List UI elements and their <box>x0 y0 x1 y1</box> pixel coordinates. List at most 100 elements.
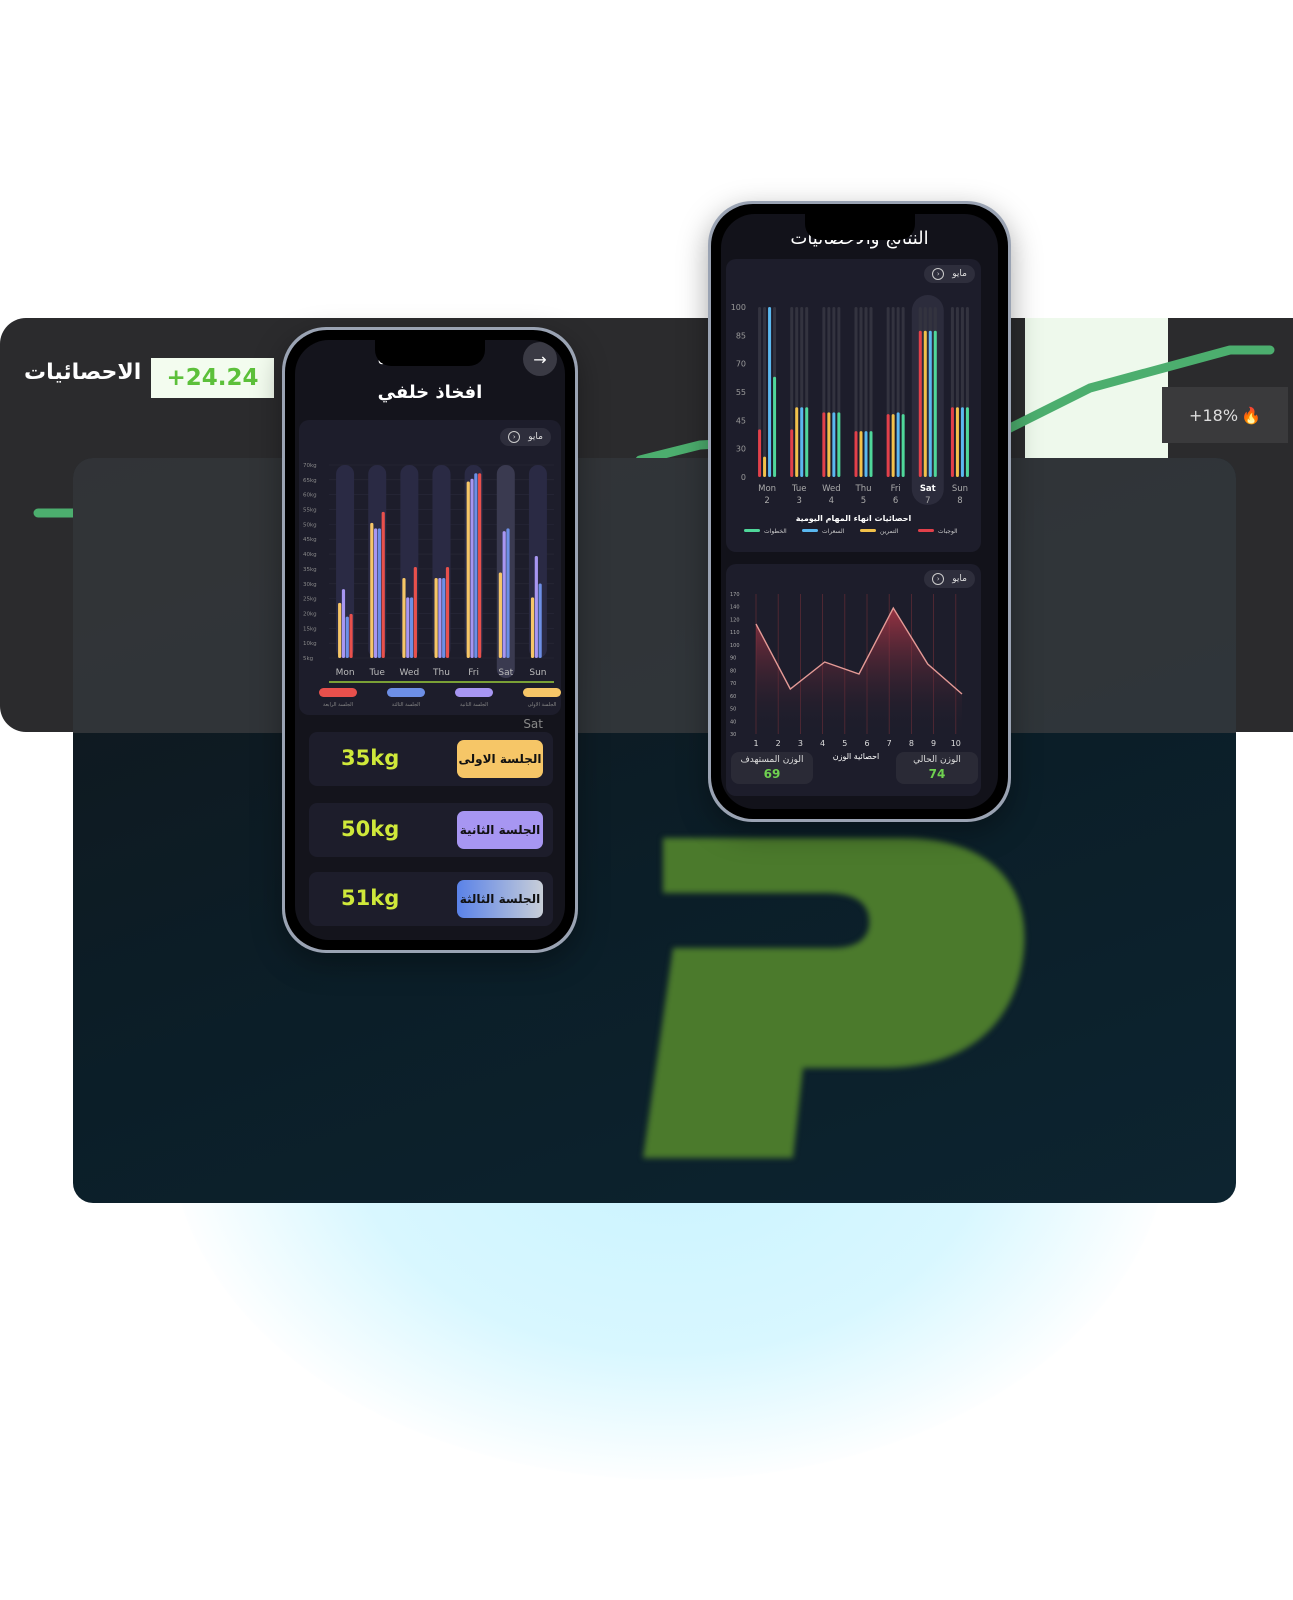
bar <box>773 376 777 477</box>
bar <box>854 431 858 477</box>
x-tick-label: Thu <box>432 668 450 678</box>
y-tick-label: 55 <box>736 388 746 397</box>
bar <box>338 602 342 658</box>
bar <box>438 578 442 658</box>
legend-label: السعرات <box>822 528 845 535</box>
x-tick-label: Sun <box>952 484 968 494</box>
bar <box>768 307 772 477</box>
legend-label: الجلسة الثانية <box>460 702 488 708</box>
y-tick-label: 85 <box>736 331 746 340</box>
session-weight: 50kg <box>341 817 400 841</box>
current-weight-value: 74 <box>928 767 946 781</box>
x-tick-label: Mon <box>336 668 355 678</box>
bar <box>901 414 905 477</box>
bar <box>377 528 382 658</box>
session-row[interactable]: 35kg الجلسة الاولى <box>309 732 553 786</box>
left-phone-screen: → احصائيات التمرين افخاذ خلفي مايو ‹ 70k… <box>295 340 565 940</box>
bar <box>822 412 826 477</box>
bar <box>506 528 510 658</box>
y-tick-label: 60kg <box>303 493 317 499</box>
y-tick-label: 15kg <box>303 626 317 632</box>
y-tick-label: 70 <box>730 681 736 687</box>
session-button[interactable]: الجلسة الثالثة <box>457 880 543 918</box>
percentage-bubble: +18% 🔥 <box>1162 387 1288 443</box>
session-row[interactable]: 51kg الجلسة الثالثة <box>309 872 553 926</box>
bar <box>827 412 831 477</box>
legend-label: الوجبات <box>938 528 958 535</box>
bar <box>402 578 406 658</box>
x-tick-label: 1 <box>753 739 758 748</box>
bar <box>800 407 804 477</box>
target-weight-label: الوزن المستهدف <box>740 755 804 765</box>
bar <box>763 456 767 477</box>
card-veil <box>73 458 1236 733</box>
bar <box>478 473 482 658</box>
x-tick-label: 3 <box>798 739 803 748</box>
bar <box>445 567 450 658</box>
exercise-title: افخاذ خلفي <box>377 382 483 403</box>
y-tick-label: 100 <box>731 303 746 312</box>
y-tick-label: 40kg <box>303 552 317 558</box>
bar <box>349 613 353 658</box>
legend-label: الجلسة الاولى <box>528 702 557 708</box>
y-tick-label: 50 <box>730 707 736 713</box>
arrow-right-icon: → <box>533 349 547 369</box>
y-tick-label: 80 <box>730 668 736 674</box>
selected-day: Sat <box>523 717 543 731</box>
back-button[interactable]: → <box>523 342 557 376</box>
legend-swatch <box>387 688 425 697</box>
current-weight-label: الوزن الحالي <box>913 755 961 765</box>
x-tick-label: Wed <box>822 484 841 494</box>
y-tick-label: 170 <box>730 592 740 598</box>
legend-label: الجلسة الرابعة <box>323 702 353 708</box>
x-tick-sublabel: 3 <box>797 496 802 506</box>
x-tick-label: Sat <box>498 668 513 678</box>
bar <box>370 522 374 658</box>
bar <box>434 578 438 658</box>
session-button[interactable]: الجلسة الثانية <box>457 811 543 849</box>
bar <box>534 555 538 658</box>
y-tick-label: 30 <box>736 445 746 454</box>
daily-tasks-chart: 0 30 45 55 70 85 100 Mon 2 Tue 3 Wed 4 Thu 5 Fri 6 Sat 7 Su… <box>731 295 969 535</box>
y-tick-label: 45 <box>736 416 746 425</box>
x-tick-label: Fri <box>891 484 901 494</box>
y-tick-label: 10kg <box>303 641 317 647</box>
bar <box>950 407 954 477</box>
legend-swatch <box>744 529 760 532</box>
bar <box>918 330 922 477</box>
y-tick-label: 25kg <box>303 597 317 603</box>
legend-label: التمرين <box>880 528 899 535</box>
delta-badge: +24.24 <box>151 358 274 398</box>
x-tick-label: 10 <box>951 739 961 748</box>
legend-swatch <box>319 688 357 697</box>
selected-highlight <box>911 295 944 505</box>
x-tick-label: 7 <box>887 739 892 748</box>
bar <box>869 431 873 477</box>
x-tick-label: Sun <box>529 668 546 678</box>
bar <box>837 412 841 477</box>
x-tick-label: 2 <box>776 739 781 748</box>
bar <box>790 429 794 477</box>
session-weight: 51kg <box>341 886 400 910</box>
bar <box>406 597 410 658</box>
session-row[interactable]: 50kg الجلسة الثانية <box>309 803 553 857</box>
logo-card <box>73 458 1236 1203</box>
y-tick-label: 20kg <box>303 611 317 617</box>
x-tick-label: 9 <box>931 739 936 748</box>
x-tick-label: Mon <box>758 484 776 494</box>
bar <box>442 578 446 658</box>
bar <box>832 412 836 477</box>
current-weight-box: الوزن الحالي 74 <box>896 752 978 784</box>
x-tick-label: Fri <box>468 668 479 678</box>
legend-swatch <box>802 529 818 532</box>
session-weights-chart: 70kg 65kg 60kg 55kg 50kg 45kg 40kg 35kg 30kg 25kg… <box>303 463 561 708</box>
bar <box>805 407 809 477</box>
x-tick-label: 4 <box>820 739 825 748</box>
session-button[interactable]: الجلسة الاولى <box>457 740 543 778</box>
x-tick-label: Sat <box>920 484 936 494</box>
legend-swatch <box>860 529 876 532</box>
x-tick-label: Thu <box>855 484 872 494</box>
bar <box>960 407 964 477</box>
weight-area <box>756 608 962 734</box>
session-weight: 35kg <box>341 746 400 770</box>
